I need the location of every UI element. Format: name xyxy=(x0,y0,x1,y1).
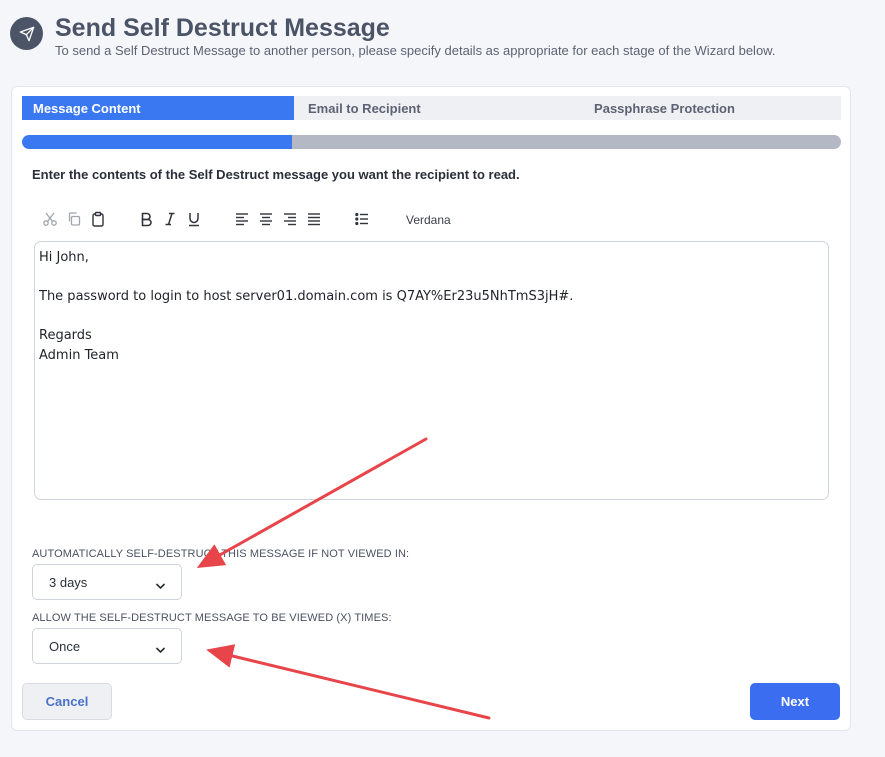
bold-icon[interactable] xyxy=(136,209,156,229)
page-subtitle: To send a Self Destruct Message to anoth… xyxy=(55,43,776,58)
tab-message-content[interactable]: Message Content xyxy=(22,96,294,120)
wizard-tabs: Message Content Email to Recipient Passp… xyxy=(22,96,841,120)
views-value: Once xyxy=(49,638,81,654)
align-center-icon[interactable] xyxy=(256,209,276,229)
editor-line: Hi John, xyxy=(39,250,89,265)
message-editor[interactable]: Hi John, The password to login to host s… xyxy=(34,241,829,500)
editor-toolbar: Verdana xyxy=(40,209,500,229)
chevron-down-icon xyxy=(155,578,166,593)
chevron-down-icon xyxy=(155,642,166,657)
expiry-label: AUTOMATICALLY SELF-DESTRUCT THIS MESSAGE… xyxy=(32,548,410,560)
wizard-progress-bar xyxy=(22,135,841,149)
page-title: Send Self Destruct Message xyxy=(55,14,390,42)
views-select[interactable]: Once xyxy=(32,628,182,664)
cancel-button[interactable]: Cancel xyxy=(22,683,112,720)
italic-icon[interactable] xyxy=(160,209,180,229)
tab-email-to-recipient[interactable]: Email to Recipient xyxy=(294,96,546,120)
font-family-selector[interactable]: Verdana xyxy=(406,213,451,227)
wizard-card: Message Content Email to Recipient Passp… xyxy=(11,86,851,731)
copy-icon[interactable] xyxy=(64,209,84,229)
editor-line: Regards xyxy=(39,328,92,343)
paper-plane-icon xyxy=(10,17,43,50)
editor-instruction: Enter the contents of the Self Destruct … xyxy=(32,167,520,182)
align-right-icon[interactable] xyxy=(280,209,300,229)
paste-icon[interactable] xyxy=(88,209,108,229)
bullet-list-icon[interactable] xyxy=(352,209,372,229)
align-justify-icon[interactable] xyxy=(304,209,324,229)
next-button[interactable]: Next xyxy=(750,683,840,720)
expiry-value: 3 days xyxy=(49,574,88,590)
underline-icon[interactable] xyxy=(184,209,204,229)
align-left-icon[interactable] xyxy=(232,209,252,229)
page-header: Send Self Destruct Message To send a Sel… xyxy=(10,14,870,64)
tab-passphrase-protection[interactable]: Passphrase Protection xyxy=(546,96,841,120)
editor-line: The password to login to host server01.d… xyxy=(39,289,574,304)
cut-icon[interactable] xyxy=(40,209,60,229)
expiry-select[interactable]: 3 days xyxy=(32,564,182,600)
wizard-progress-fill xyxy=(22,135,293,149)
editor-line: Admin Team xyxy=(39,347,119,363)
views-label: ALLOW THE SELF-DESTRUCT MESSAGE TO BE VI… xyxy=(32,612,392,624)
